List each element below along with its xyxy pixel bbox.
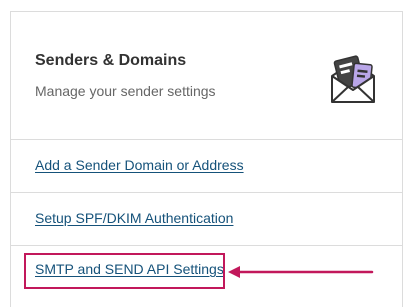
arrow-left-icon [228,266,374,278]
envelope-letter-icon [331,55,375,103]
link-row-add-sender: Add a Sender Domain or Address [11,140,402,193]
smtp-send-api-settings-link[interactable]: SMTP and SEND API Settings [35,261,224,277]
card-header: Senders & Domains Manage your sender set… [11,12,402,140]
senders-domains-card: Senders & Domains Manage your sender set… [10,11,403,307]
setup-spf-dkim-link[interactable]: Setup SPF/DKIM Authentication [35,210,233,226]
card-subtitle: Manage your sender settings [35,83,216,99]
card-title: Senders & Domains [35,52,187,69]
add-sender-domain-link[interactable]: Add a Sender Domain or Address [35,157,244,173]
link-row-spf-dkim: Setup SPF/DKIM Authentication [11,193,402,246]
